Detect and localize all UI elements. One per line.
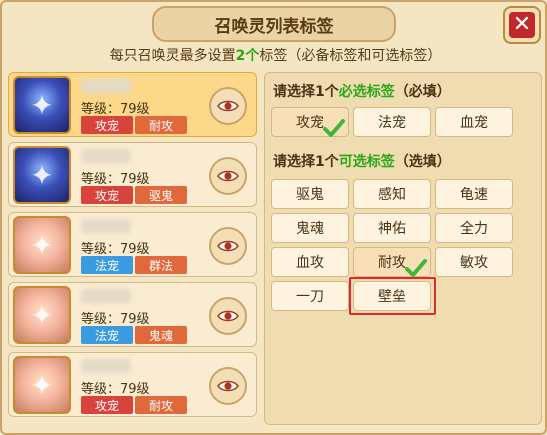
pet-portrait-icon: ✦ (30, 368, 54, 402)
pet-tag-badge: 驱鬼 (135, 186, 187, 204)
pet-name-blurred (81, 219, 131, 233)
view-pet-button[interactable] (209, 367, 247, 405)
required-title-prefix: 请选择1个 (273, 84, 339, 100)
view-pet-button[interactable] (209, 297, 247, 335)
optional-tag-label: 一刀 (296, 289, 324, 305)
pet-level: 等级：79级 (81, 242, 150, 257)
pet-tag-dialog: 召唤灵列表标签 ✕ 每只召唤灵最多设置2个标签（必备标签和可选标签） ✦ 等级：7… (0, 0, 547, 435)
optional-tag-option[interactable]: 驱鬼 (271, 179, 349, 209)
pet-level: 等级：79级 (81, 382, 150, 397)
optional-tag-option[interactable]: 全力 (435, 213, 513, 243)
required-title-green: 必选标签 (338, 84, 395, 100)
pet-portrait-icon: ✦ (30, 298, 54, 332)
hint-prefix: 每只召唤灵最多设置 (109, 48, 236, 64)
view-pet-button[interactable] (209, 227, 247, 265)
close-button[interactable]: ✕ (503, 6, 541, 44)
pet-card[interactable]: ✦ 等级：79级 攻宠 耐攻 (8, 72, 257, 137)
optional-tag-option[interactable]: 敏攻 (435, 247, 513, 277)
optional-tag-label: 敏攻 (460, 255, 488, 271)
dialog-title: 召唤灵列表标签 (214, 16, 334, 37)
highlight-annotation-box (349, 277, 436, 315)
pet-card[interactable]: ✦ 等级：79级 攻宠 驱鬼 (8, 142, 257, 207)
pet-tag-badge: 攻宠 (81, 116, 133, 134)
pet-name-blurred (81, 289, 131, 303)
check-icon (405, 259, 427, 277)
optional-tag-label: 驱鬼 (296, 187, 324, 203)
hint-count: 2个 (235, 48, 260, 64)
optional-section-title: 请选择1个可选标签（选填） (273, 151, 451, 171)
pet-tag-badge: 耐攻 (135, 396, 187, 414)
view-pet-button[interactable] (209, 157, 247, 195)
optional-tag-label: 耐攻 (378, 255, 406, 271)
view-pet-button[interactable] (209, 87, 247, 125)
pet-card[interactable]: ✦ 等级：79级 法宠 群法 (8, 212, 257, 277)
required-tag-option[interactable]: 血宠 (435, 107, 513, 137)
required-tag-option[interactable]: 法宠 (353, 107, 431, 137)
pet-portrait-icon: ✦ (30, 228, 54, 262)
pet-tag-badge: 法宠 (81, 256, 133, 274)
dialog-title-bar: 召唤灵列表标签 (152, 6, 396, 42)
pet-level: 等级：79级 (81, 312, 150, 327)
eye-icon (217, 309, 239, 323)
pet-avatar: ✦ (13, 146, 71, 204)
optional-tag-option[interactable]: 感知 (353, 179, 431, 209)
eye-icon (217, 239, 239, 253)
optional-tag-label: 血攻 (296, 255, 324, 271)
tag-selection-panel: 请选择1个必选标签（必填） 攻宠 法宠 血宠 请选择1个可选标签（选填） 驱鬼 感知龟… (264, 72, 542, 425)
pet-tag-badge: 法宠 (81, 326, 133, 344)
required-section-title: 请选择1个必选标签（必填） (273, 81, 451, 101)
pet-tag-badge: 攻宠 (81, 396, 133, 414)
eye-icon (217, 379, 239, 393)
pet-portrait-icon: ✦ (30, 88, 54, 122)
pet-avatar: ✦ (13, 286, 71, 344)
pet-tag-badge: 耐攻 (135, 116, 187, 134)
optional-tag-option[interactable]: 血攻 (271, 247, 349, 277)
pet-name-blurred (81, 149, 131, 163)
pet-avatar: ✦ (13, 216, 71, 274)
required-tag-label: 攻宠 (296, 115, 324, 131)
optional-title-prefix: 请选择1个 (273, 154, 339, 170)
optional-title-green: 可选标签 (338, 154, 395, 170)
pet-tags: 攻宠 耐攻 (81, 396, 187, 414)
pet-card[interactable]: ✦ 等级：79级 攻宠 耐攻 (8, 352, 257, 417)
pet-avatar: ✦ (13, 356, 71, 414)
optional-tag-label: 龟速 (460, 187, 488, 203)
optional-tag-label: 感知 (378, 187, 406, 203)
check-icon (323, 119, 345, 137)
pet-tag-badge: 群法 (135, 256, 187, 274)
pet-list: ✦ 等级：79级 攻宠 耐攻 ✦ 等级：79级 攻宠 驱鬼 ✦ 等级：79级 法宠 群法 ✦ 等级：79级… (8, 72, 258, 427)
pet-tags: 攻宠 耐攻 (81, 116, 187, 134)
pet-tags: 法宠 鬼魂 (81, 326, 187, 344)
pet-card[interactable]: ✦ 等级：79级 法宠 鬼魂 (8, 282, 257, 347)
pet-portrait-icon: ✦ (30, 158, 54, 192)
required-tag-label: 血宠 (460, 115, 488, 131)
pet-level: 等级：79级 (81, 172, 150, 187)
pet-name-blurred (81, 359, 131, 373)
optional-tag-option[interactable]: 鬼魂 (271, 213, 349, 243)
hint-suffix: 标签（必备标签和可选标签） (259, 48, 442, 64)
pet-avatar: ✦ (13, 76, 71, 134)
optional-tag-option[interactable]: 一刀 (271, 281, 349, 311)
optional-tag-option[interactable]: 神佑 (353, 213, 431, 243)
optional-tag-label: 鬼魂 (296, 221, 324, 237)
pet-tags: 法宠 群法 (81, 256, 187, 274)
pet-level: 等级：79级 (81, 102, 150, 117)
optional-title-suffix: （选填） (394, 154, 451, 170)
pet-tags: 攻宠 驱鬼 (81, 186, 187, 204)
required-title-suffix: （必填） (394, 84, 451, 100)
tag-limit-hint: 每只召唤灵最多设置2个标签（必备标签和可选标签） (2, 45, 547, 65)
optional-tag-label: 全力 (460, 221, 488, 237)
pet-tag-badge: 攻宠 (81, 186, 133, 204)
required-tag-label: 法宠 (378, 115, 406, 131)
eye-icon (217, 169, 239, 183)
eye-icon (217, 99, 239, 113)
pet-name-blurred (81, 79, 131, 93)
optional-tag-label: 神佑 (378, 221, 406, 237)
close-icon: ✕ (509, 12, 535, 38)
optional-tag-option[interactable]: 龟速 (435, 179, 513, 209)
pet-tag-badge: 鬼魂 (135, 326, 187, 344)
